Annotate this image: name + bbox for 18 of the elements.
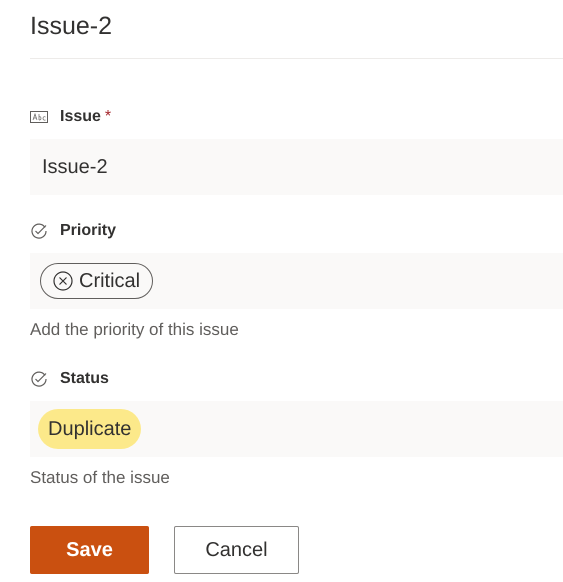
field-description: Add the priority of this issue xyxy=(30,319,240,341)
field-description: Status of the issue xyxy=(30,466,171,488)
field-label: Status xyxy=(60,368,109,388)
choice-field[interactable]: Critical xyxy=(30,253,563,309)
check-circle-icon xyxy=(30,370,48,388)
required-mark: * xyxy=(104,107,112,127)
form-title: Issue-2 xyxy=(30,11,113,40)
text-field-icon xyxy=(30,111,48,123)
choice-pill: Critical xyxy=(40,263,154,299)
text-field[interactable]: Issue-2 xyxy=(30,139,563,195)
close-circle-icon xyxy=(53,271,73,291)
check-circle-icon xyxy=(30,222,48,240)
choice-field[interactable]: Duplicate xyxy=(30,400,563,456)
field-label: Issue xyxy=(60,107,101,127)
choice-pill: Duplicate xyxy=(38,408,142,448)
field-label: Priority xyxy=(60,221,116,241)
cancel-button[interactable]: Cancel xyxy=(174,526,299,574)
save-button[interactable]: Save xyxy=(30,526,149,574)
